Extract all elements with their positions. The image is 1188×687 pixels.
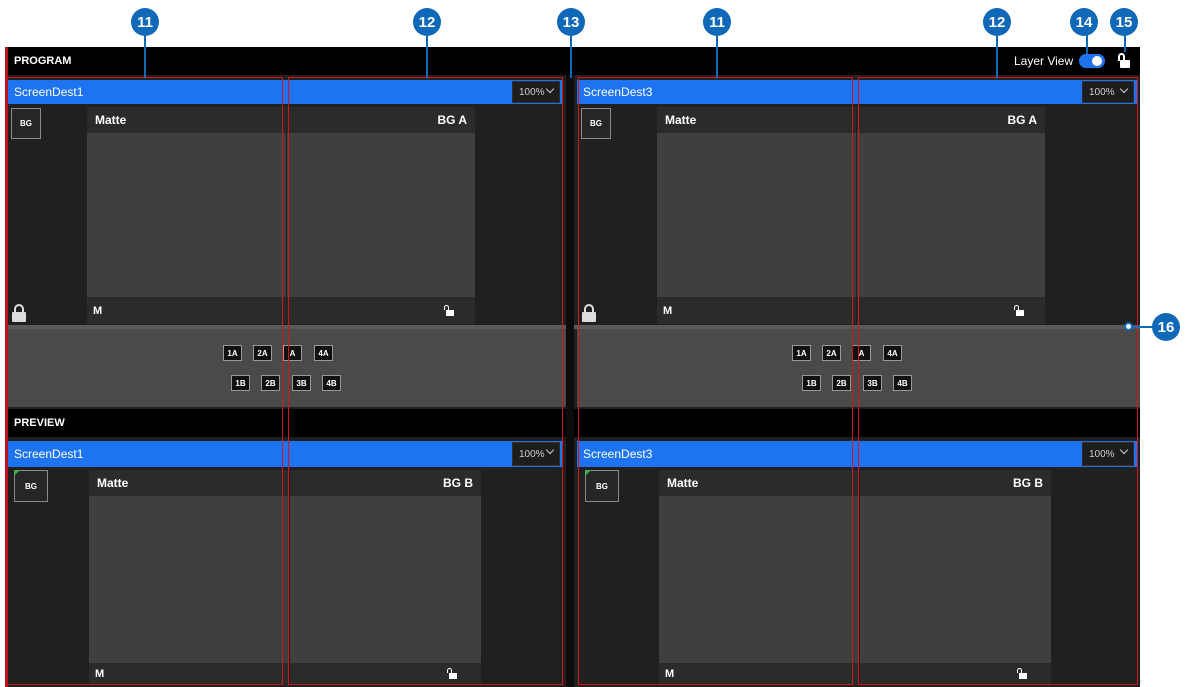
callout-badge: 12 [983, 8, 1011, 36]
toggle-knob [1092, 56, 1102, 66]
callout-badge: 11 [131, 8, 159, 36]
callout-badge: 12 [413, 8, 441, 36]
callout-pointer [996, 34, 998, 78]
highlight-region [6, 77, 283, 685]
callout-pointer [1086, 34, 1088, 54]
callout-badge: 13 [557, 8, 585, 36]
callout-pointer [716, 34, 718, 78]
destination-divider [566, 75, 574, 687]
unlock-icon[interactable] [1116, 53, 1130, 69]
callout-badge: 15 [1110, 8, 1138, 36]
callout-badge: 14 [1070, 8, 1098, 36]
layer-view-toggle[interactable] [1079, 54, 1105, 68]
highlight-region [858, 77, 1138, 685]
program-header: PROGRAM [8, 47, 1140, 75]
callout-badge: 16 [1152, 313, 1180, 341]
highlight-region [578, 77, 853, 685]
callout-pointer [426, 34, 428, 78]
callout-pointer [144, 34, 146, 78]
layer-view-label: Layer View [1014, 54, 1074, 68]
callout-dot [1124, 322, 1133, 331]
callout-pointer [570, 34, 572, 78]
callout-badge: 11 [703, 8, 731, 36]
program-label: PROGRAM [14, 55, 72, 67]
highlight-region [288, 77, 563, 685]
callout-pointer [1124, 34, 1126, 52]
